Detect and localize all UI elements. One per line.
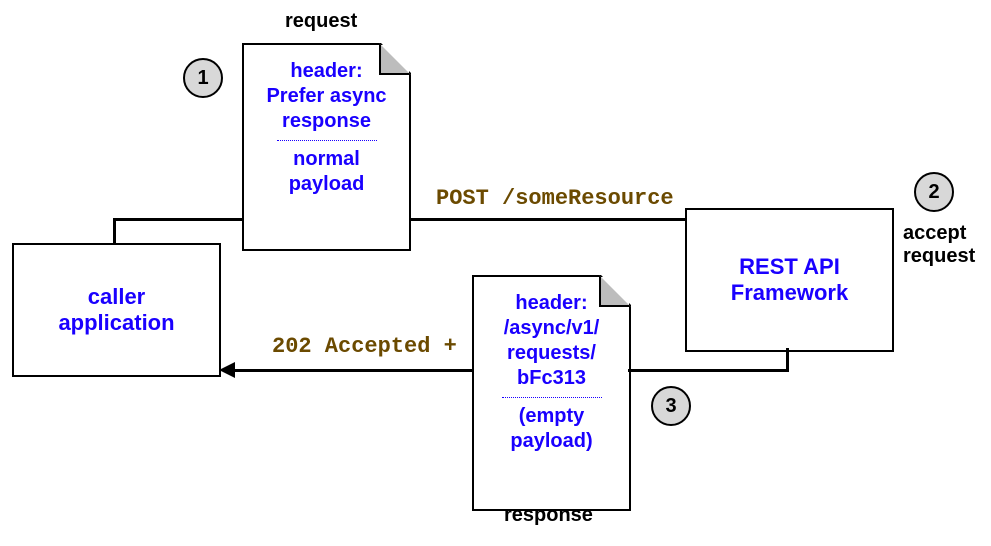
request-payload-2: payload xyxy=(244,172,409,197)
request-document: header: Prefer async response normal pay… xyxy=(242,43,411,251)
request-header-2: Prefer async xyxy=(244,84,409,109)
restapi-line1: REST API xyxy=(731,254,848,280)
step-badge-2: 2 xyxy=(914,172,954,212)
arrowhead-return xyxy=(219,362,235,378)
label-post: POST /someResource xyxy=(436,186,674,211)
divider xyxy=(277,140,377,141)
step-badge-3: 3 xyxy=(651,386,691,426)
response-header-4: bFc313 xyxy=(474,366,629,391)
label-202-accepted: 202 Accepted + xyxy=(272,334,457,359)
response-header-3: requests/ xyxy=(474,341,629,366)
response-header-2: /async/v1/ xyxy=(474,316,629,341)
response-payload-2: payload) xyxy=(474,429,629,454)
accept-line1: accept xyxy=(903,222,975,245)
accept-line2: request xyxy=(903,245,975,268)
label-response: response xyxy=(504,504,593,527)
caller-application-box: caller application xyxy=(12,243,221,377)
response-document: header: /async/v1/ requests/ bFc313 (emp… xyxy=(472,275,631,511)
connector-return-left2 xyxy=(235,369,473,372)
connector-caller-top xyxy=(113,218,244,221)
restapi-line2: Framework xyxy=(731,280,848,306)
label-accept: accept request xyxy=(903,222,975,268)
rest-api-framework-box: REST API Framework xyxy=(685,208,894,352)
request-payload-1: normal xyxy=(244,147,409,172)
caller-line2: application xyxy=(58,310,174,336)
connector-caller-up xyxy=(113,218,116,245)
divider xyxy=(502,397,602,398)
response-payload-1: (empty xyxy=(474,404,629,429)
connector-return-left1 xyxy=(628,369,789,372)
diagram-canvas: POST /someResource request header: Prefe… xyxy=(0,0,991,546)
caller-line1: caller xyxy=(58,284,174,310)
label-request: request xyxy=(285,10,357,33)
request-header-3: response xyxy=(244,109,409,134)
step-badge-1: 1 xyxy=(183,58,223,98)
